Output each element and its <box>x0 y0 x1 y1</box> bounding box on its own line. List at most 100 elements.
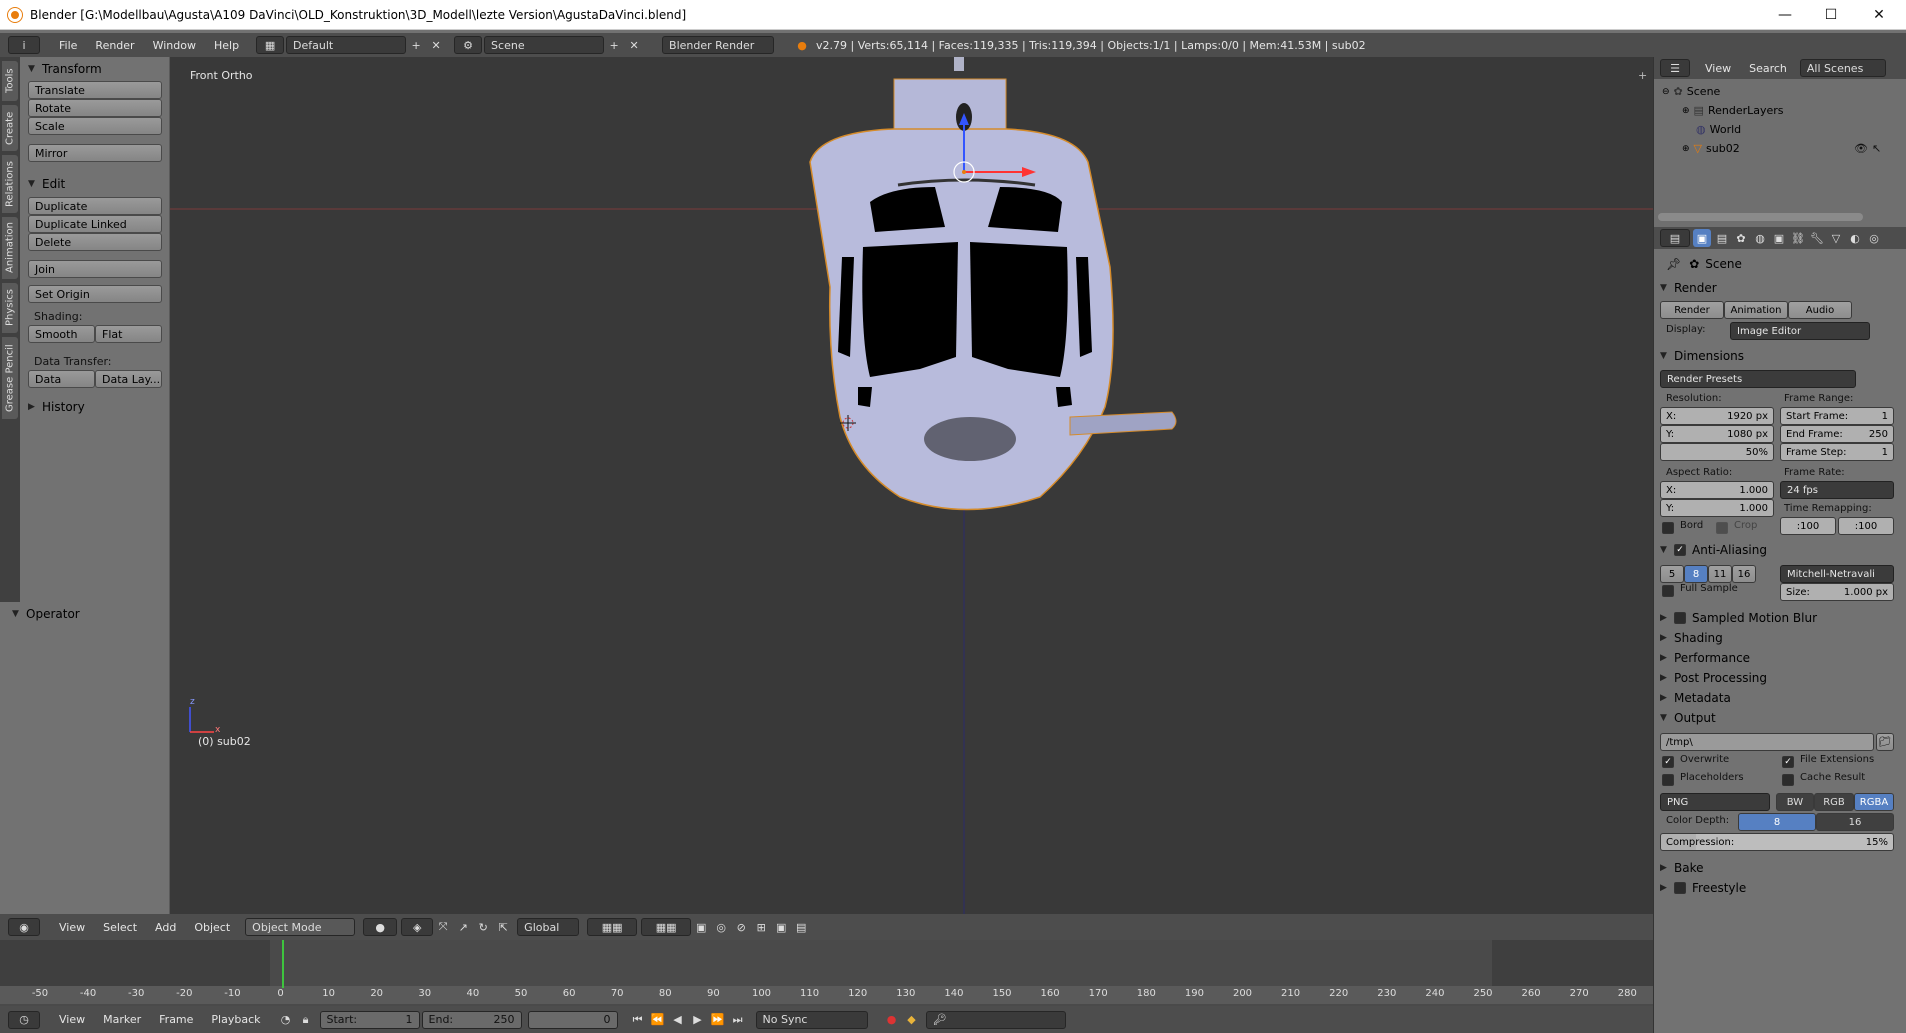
play-reverse-icon[interactable]: ◀ <box>668 1011 688 1029</box>
render-panel-header[interactable]: ▼ Render <box>1660 277 1900 299</box>
frame-rate-dropdown[interactable]: 24 fps <box>1780 481 1894 499</box>
record-icon[interactable]: ● <box>882 1011 902 1029</box>
bake-panel-header[interactable]: ▶ Bake <box>1660 857 1900 879</box>
jump-end-icon[interactable]: ⏭ <box>728 1011 748 1029</box>
lock-range-icon[interactable]: 🔒︎ <box>296 1011 316 1029</box>
prev-keyframe-icon[interactable]: ⏪ <box>648 1011 668 1029</box>
menu-help[interactable]: Help <box>205 39 248 52</box>
render-opengl-icon[interactable]: ▣ <box>771 918 791 936</box>
post-processing-panel-header[interactable]: ▶ Post Processing <box>1660 667 1900 689</box>
mirror-button[interactable]: Mirror <box>28 144 162 162</box>
file-format-dropdown[interactable]: PNG <box>1660 793 1770 811</box>
editor-type-outliner-icon[interactable]: ☰ <box>1660 59 1690 77</box>
render-layers-context-icon[interactable]: ▤ <box>1714 229 1730 247</box>
start-frame-field[interactable]: Start: 1 <box>319 1010 420 1029</box>
scene-layers-2-icon[interactable]: ▦▦ <box>641 918 692 936</box>
aa-16-button[interactable]: 16 <box>1732 565 1756 583</box>
dimensions-panel-header[interactable]: ▼ Dimensions <box>1660 345 1900 367</box>
compression-slider[interactable]: Compression: 15% <box>1660 833 1894 851</box>
file-extensions-checkbox[interactable]: ✓ <box>1782 756 1794 768</box>
data-transfer-button[interactable]: Data <box>28 370 95 388</box>
current-frame-field[interactable]: 0 <box>527 1010 618 1029</box>
menu-window[interactable]: Window <box>144 39 205 52</box>
rgb-button[interactable]: RGB <box>1814 793 1854 811</box>
remove-scene-icon[interactable]: ✕ <box>624 36 644 54</box>
properties-toggle-icon[interactable]: + <box>1638 69 1647 82</box>
physics-context-icon[interactable]: ◎ <box>1866 229 1882 247</box>
screen-layout-field[interactable]: Default <box>286 36 407 54</box>
tab-create[interactable]: Create <box>2 105 18 151</box>
anti-aliasing-checkbox[interactable]: ✓ <box>1674 544 1686 556</box>
end-frame-prop-field[interactable]: End Frame: 250 <box>1780 425 1894 443</box>
tab-tools[interactable]: Tools <box>2 61 18 101</box>
scale-manipulator-icon[interactable]: ⇱ <box>493 918 513 936</box>
border-checkbox[interactable] <box>1662 522 1674 534</box>
snap-element-icon[interactable]: ⊞ <box>751 918 771 936</box>
outliner-display-mode[interactable]: All Scenes <box>1799 59 1886 77</box>
constraints-context-icon[interactable]: ⛓ <box>1790 229 1806 247</box>
operator-panel-header[interactable]: ▼ Operator <box>4 604 80 624</box>
keying-set-field[interactable]: 🔑︎ <box>925 1010 1066 1029</box>
menu-view[interactable]: View <box>50 921 94 934</box>
remove-layout-icon[interactable]: ✕ <box>426 36 446 54</box>
freestyle-panel-header[interactable]: ▶ Freestyle <box>1660 877 1900 899</box>
join-button[interactable]: Join <box>28 260 162 278</box>
output-path-field[interactable]: /tmp\ <box>1660 733 1874 751</box>
minimize-button[interactable]: — <box>1762 0 1808 30</box>
menu-object[interactable]: Object <box>185 921 239 934</box>
render-presets-dropdown[interactable]: Render Presets <box>1660 370 1856 388</box>
placeholders-checkbox[interactable] <box>1662 774 1674 786</box>
tab-grease-pencil[interactable]: Grease Pencil <box>2 337 18 419</box>
menu-add[interactable]: Add <box>146 921 185 934</box>
scene-field[interactable]: Scene <box>484 36 605 54</box>
menu-select[interactable]: Select <box>94 921 146 934</box>
aa-8-button[interactable]: 8 <box>1684 565 1708 583</box>
menu-render[interactable]: Render <box>86 39 143 52</box>
menu-marker[interactable]: Marker <box>94 1013 150 1026</box>
edit-panel-header[interactable]: ▼ Edit <box>20 174 65 194</box>
smooth-button[interactable]: Smooth <box>28 325 95 343</box>
outliner-item-sub02[interactable]: ⊕ ▽ sub02 <box>1682 142 1740 155</box>
mode-dropdown[interactable]: Object Mode <box>245 918 356 936</box>
outliner-scrollbar[interactable] <box>1658 213 1863 221</box>
tab-physics[interactable]: Physics <box>2 283 18 333</box>
rotate-manipulator-icon[interactable]: ↻ <box>473 918 493 936</box>
transform-orientation-dropdown[interactable]: Global <box>517 918 580 936</box>
rotate-button[interactable]: Rotate <box>28 99 162 117</box>
outliner-item-world[interactable]: ◍ World <box>1696 123 1741 136</box>
preview-range-icon[interactable]: ◔ <box>276 1011 296 1029</box>
aspect-y-field[interactable]: Y: 1.000 <box>1660 499 1774 517</box>
snap-toggle-icon[interactable]: ⊘ <box>731 918 751 936</box>
viewport-shading-icon[interactable]: ● <box>363 918 398 936</box>
lock-layers-icon[interactable]: ▣ <box>691 918 711 936</box>
rgba-button[interactable]: RGBA <box>1854 793 1894 811</box>
display-dropdown[interactable]: Image Editor <box>1730 322 1870 340</box>
output-browse-icon[interactable]: 📁︎ <box>1876 733 1894 751</box>
timeline-editor[interactable]: -50 -40 -30 -20 -10 0 10 20 30 40 50 60 70 80 90 100 110… <box>0 940 1653 1006</box>
add-layout-icon[interactable]: + <box>406 36 426 54</box>
render-animation-icon[interactable]: ▤ <box>791 918 811 936</box>
manipulator-toggle-icon[interactable]: ⤧ <box>433 918 453 936</box>
set-origin-dropdown[interactable]: Set Origin <box>28 285 162 303</box>
translate-button[interactable]: Translate <box>28 81 162 99</box>
history-panel-header[interactable]: ▶ History <box>20 397 85 417</box>
material-context-icon[interactable]: ◐ <box>1847 229 1863 247</box>
keying-set-icon[interactable]: ◆ <box>902 1011 922 1029</box>
current-frame-indicator[interactable] <box>282 940 284 988</box>
freestyle-checkbox[interactable] <box>1674 882 1686 894</box>
close-button[interactable]: ✕ <box>1856 0 1902 30</box>
modifiers-context-icon[interactable]: 🔧︎ <box>1809 229 1825 247</box>
sync-dropdown[interactable]: No Sync <box>755 1010 868 1029</box>
frame-step-field[interactable]: Frame Step: 1 <box>1780 443 1894 461</box>
aa-filter-dropdown[interactable]: Mitchell-Netravali <box>1780 565 1894 583</box>
tab-animation[interactable]: Animation <box>2 217 18 279</box>
remap-old-field[interactable]: :100 <box>1780 517 1836 535</box>
filter-size-field[interactable]: Size: 1.000 px <box>1780 583 1894 601</box>
selectability-cursor-icon[interactable]: ↖ <box>1872 142 1881 155</box>
menu-playback[interactable]: Playback <box>202 1013 269 1026</box>
scale-button[interactable]: Scale <box>28 117 162 135</box>
data-layout-button[interactable]: Data Lay... <box>95 370 162 388</box>
scene-layers-1-icon[interactable]: ▦▦ <box>587 918 638 936</box>
animation-button[interactable]: Animation <box>1724 301 1788 319</box>
aa-11-button[interactable]: 11 <box>1708 565 1732 583</box>
